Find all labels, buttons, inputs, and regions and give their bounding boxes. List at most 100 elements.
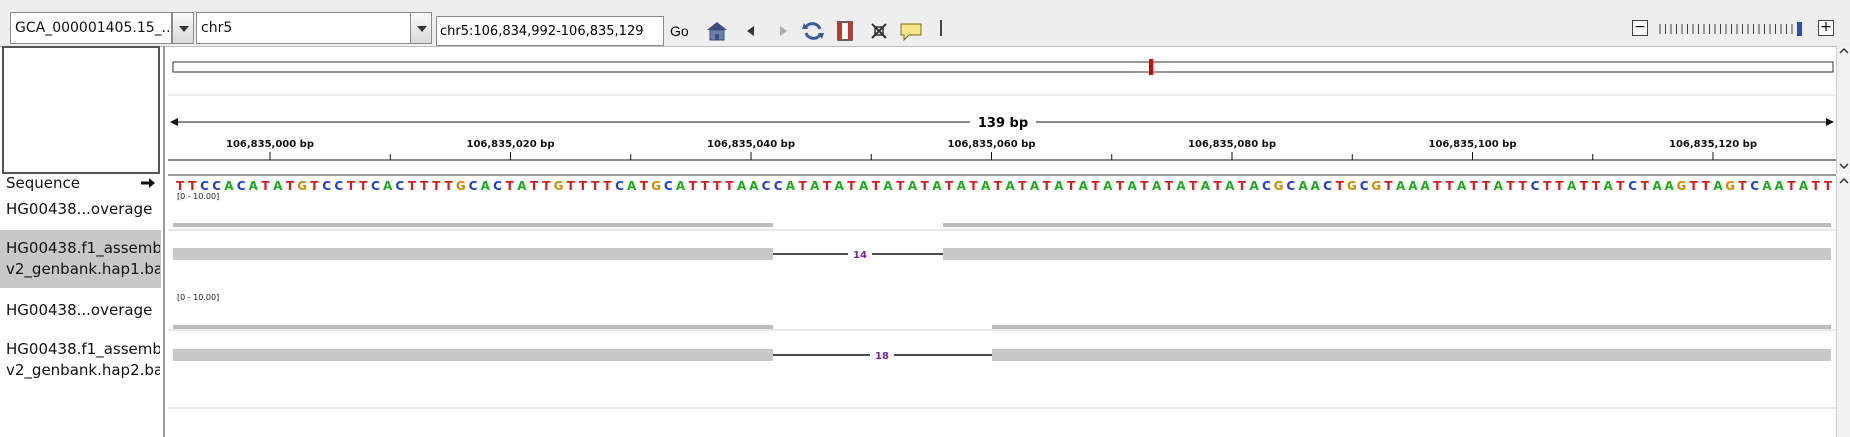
sequence-base: C [1628, 179, 1637, 193]
forward-icon[interactable] [770, 18, 796, 44]
sequence-base: C [1750, 179, 1759, 193]
read-block[interactable] [173, 248, 773, 260]
sequence-base: A [1103, 179, 1113, 193]
read-block[interactable] [173, 349, 773, 361]
chromosome-ideogram[interactable] [172, 59, 1834, 75]
sequence-base: A [981, 179, 991, 193]
sequence-base: A [835, 179, 845, 193]
sequence-base: A [1201, 179, 1211, 193]
sequence-base: T [1470, 179, 1479, 193]
ruler-tick-label: 106,835,000 bp [226, 139, 314, 150]
alignment2-label-line1[interactable]: HG00438.f1_assemb [6, 340, 160, 358]
data-scrollbar[interactable] [1836, 176, 1850, 437]
ruler-panel: 139 bp 106,835,000 bp 106,835,020 bp 106,8… [168, 59, 1836, 176]
sequence-track[interactable]: TTCCACATATGTCCTTCACTTTTGCACTATTGTTTTCATG… [176, 179, 1833, 193]
sequence-base: A [1457, 179, 1467, 193]
sequence-base: T [1433, 179, 1442, 193]
sequence-base: A [1408, 179, 1418, 193]
sequence-base: T [542, 179, 551, 193]
sequence-base: T [1812, 179, 1821, 193]
sequence-base: T [530, 179, 539, 193]
sequence-base: C [774, 179, 783, 193]
coverage1-track[interactable] [173, 223, 1831, 227]
sequence-base: G [1371, 179, 1381, 193]
zoom-out-icon[interactable]: − [1632, 20, 1648, 36]
chromosome-dropdown[interactable]: chr5 [196, 12, 412, 44]
sequence-base: C [237, 179, 246, 193]
sequence-base: T [1690, 179, 1699, 193]
sequence-base: A [1396, 179, 1406, 193]
sequence-base: A [1774, 179, 1784, 193]
fit-window-icon[interactable] [866, 18, 892, 44]
sequence-base: T [701, 179, 710, 193]
alignment1-track-label-box[interactable]: HG00438.f1_assemb v2_genbank.hap1.ba [0, 230, 161, 288]
coverage2-track-label[interactable]: HG00438...overage [6, 301, 156, 319]
header-scrollbar[interactable] [1836, 46, 1850, 174]
genome-dropdown[interactable]: GCA_000001405.15_... [10, 12, 172, 44]
sequence-base: A [1311, 179, 1321, 193]
popup-info-icon[interactable] [898, 18, 924, 44]
sequence-base: T [945, 179, 954, 193]
sequence-base: T [1787, 179, 1796, 193]
sequence-base: T [1214, 179, 1223, 193]
sequence-base: A [1152, 179, 1162, 193]
sequence-base: T [713, 179, 722, 193]
deletion1-size-label: 14 [853, 250, 867, 261]
sequence-base: G [1725, 179, 1735, 193]
sequence-base: T [969, 179, 978, 193]
sequence-base: C [395, 179, 404, 193]
sequence-base: C [469, 179, 478, 193]
sequence-base: T [1592, 179, 1601, 193]
span-indicator: 139 bp [170, 114, 1834, 131]
sequence-base: T [445, 179, 454, 193]
sequence-base: T [1555, 179, 1564, 193]
ruler-ticks: 106,835,000 bp 106,835,020 bp 106,835,040 … [168, 139, 1836, 161]
locus-search-input[interactable] [436, 16, 664, 46]
sequence-base: A [1298, 179, 1308, 193]
read-block[interactable] [992, 349, 1831, 361]
sequence-base: C [212, 179, 221, 193]
sequence-base: T [1702, 179, 1711, 193]
sequence-base: T [1238, 179, 1247, 193]
sequence-base: T [432, 179, 441, 193]
zoom-in-icon[interactable]: + [1818, 20, 1834, 36]
toolbar-separator [940, 20, 942, 36]
sequence-base: G [651, 179, 661, 193]
sequence-track-label[interactable]: Sequence [6, 174, 80, 192]
data-panel: TTCCACATATGTCCTTCACTTTTGCACTATTGTTTTCATG… [168, 179, 1836, 409]
back-icon[interactable] [738, 18, 764, 44]
sequence-base: T [1506, 179, 1515, 193]
chromosome-dropdown-arrow[interactable] [410, 12, 432, 44]
alignment1-track[interactable]: 14 [173, 247, 1831, 261]
sequence-base: A [1225, 179, 1235, 193]
coverage2-track[interactable] [173, 325, 1831, 329]
sequence-base: T [921, 179, 930, 193]
sequence-base: C [1531, 179, 1540, 193]
read-block[interactable] [943, 248, 1831, 260]
sequence-base: A [1128, 179, 1138, 193]
sequence-base: T [896, 179, 905, 193]
coverage1-data-range: [0 - 10.00] [177, 192, 220, 201]
alignment2-track[interactable]: 18 [173, 348, 1831, 362]
genome-dropdown-arrow[interactable] [172, 12, 194, 44]
sequence-base: C [1360, 179, 1369, 193]
sequence-base: C [615, 179, 624, 193]
zoom-current-level[interactable] [1797, 22, 1802, 36]
arrow-right-icon[interactable] [140, 176, 156, 190]
sequence-base: A [1713, 179, 1723, 193]
roi-icon[interactable] [832, 18, 858, 44]
sequence-base: T [994, 179, 1003, 193]
sequence-base: T [799, 179, 808, 193]
sequence-base: T [506, 179, 515, 193]
home-icon[interactable] [704, 18, 730, 44]
sequence-base: C [762, 179, 771, 193]
alignment2-label-line2[interactable]: v2_genbank.hap2.ba [6, 361, 160, 379]
sequence-base: A [1762, 179, 1772, 193]
sequence-base: C [664, 179, 673, 193]
sequence-base: T [1580, 179, 1589, 193]
go-button[interactable]: Go [668, 16, 691, 46]
coverage1-track-label[interactable]: HG00438...overage [6, 200, 156, 218]
sequence-base: T [603, 179, 612, 193]
refresh-icon[interactable] [800, 18, 826, 44]
zoom-slider[interactable] [1658, 22, 1808, 36]
